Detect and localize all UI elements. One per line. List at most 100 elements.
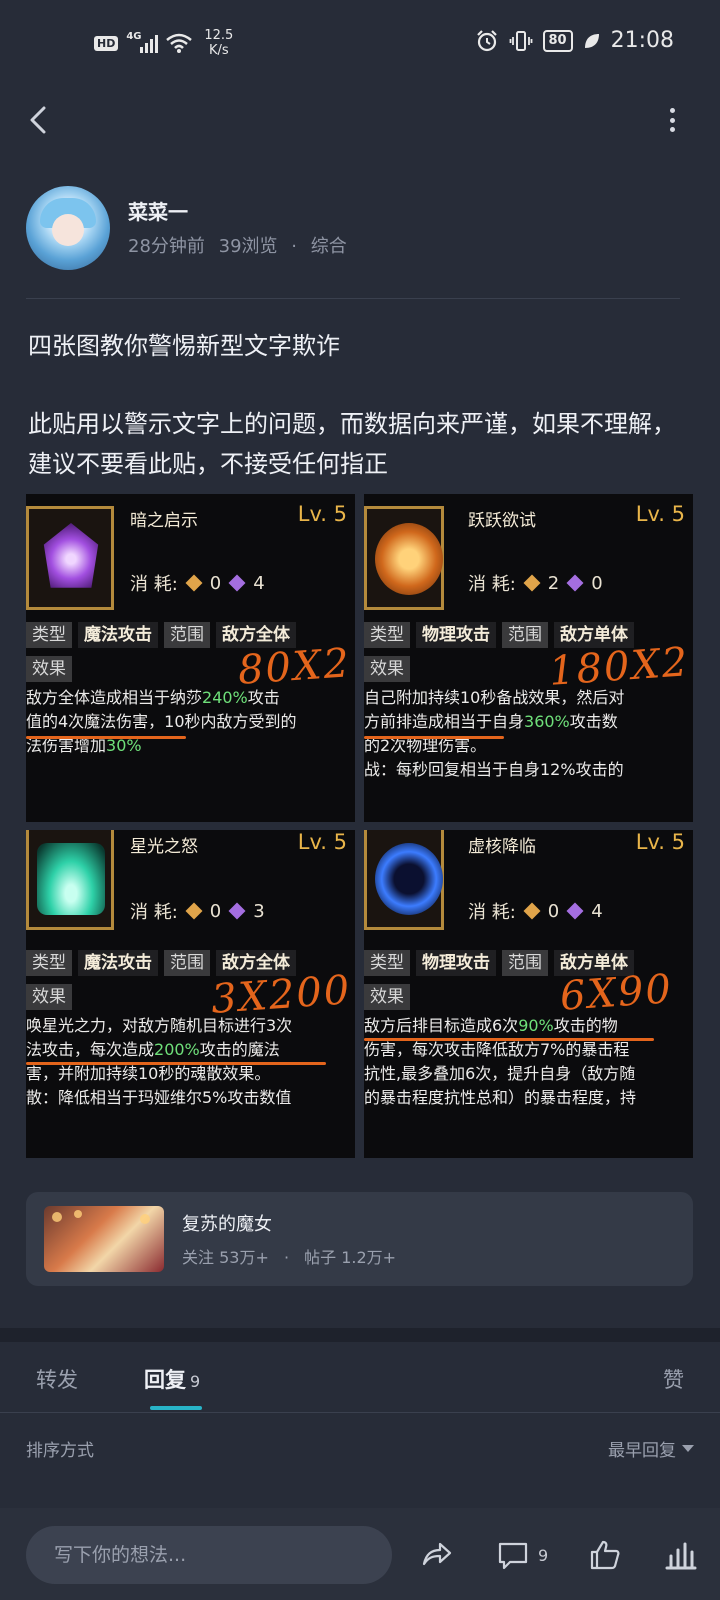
post-meta: 28分钟前 39浏览 · 综合 <box>128 232 355 258</box>
skill-cost: 消 耗: 0 3 <box>130 898 265 924</box>
cost-label: 消 耗: <box>130 902 178 923</box>
skill-cost: 消 耗: 0 4 <box>130 570 265 596</box>
purple-gem-icon <box>566 902 584 920</box>
post-image-1[interactable]: 暗之启示 Lv. 5 消 耗: 0 4 类型 魔法攻击 范围 敌方全体 效果 8… <box>26 494 355 822</box>
tab-forward[interactable]: 转发 <box>36 1364 78 1394</box>
skill-level: Lv. 5 <box>635 830 685 854</box>
chevron-left-icon <box>30 106 46 134</box>
annotation-underline <box>364 1038 654 1041</box>
gold-gem-icon <box>185 574 203 592</box>
leaf-icon <box>584 33 599 48</box>
effect-label: 效果 <box>364 656 410 682</box>
more-options-button[interactable] <box>664 104 680 136</box>
back-button[interactable] <box>22 100 58 140</box>
skill-cost: 消 耗: 0 4 <box>468 898 603 924</box>
thumbs-up-icon[interactable] <box>588 1538 622 1572</box>
caret-down-icon <box>682 1445 694 1452</box>
annotation-underline <box>26 1062 326 1065</box>
network-type: 4G <box>126 31 142 42</box>
gold-gem-icon <box>185 902 203 920</box>
community-card[interactable]: 复苏的魔女 关注 53万+ · 帖子 1.2万+ <box>26 1192 693 1286</box>
crystal-skill-icon <box>26 506 114 610</box>
gold-gem-icon <box>523 574 541 592</box>
post-time: 28分钟前 <box>128 236 205 257</box>
purple-cost: 0 <box>591 572 603 594</box>
sort-label: 排序方式 <box>26 1441 94 1461</box>
skill-name: 跃跃欲试 <box>468 511 536 531</box>
reply-count: 9 <box>190 1372 201 1391</box>
annotation-underline <box>364 736 504 739</box>
speed-unit: K/s <box>208 43 229 58</box>
post-image-4[interactable]: 虚核降临 Lv. 5 消 耗: 0 4 类型 物理攻击 范围 敌方单体 效果 6… <box>364 830 693 1158</box>
type-value: 魔法攻击 <box>78 622 158 648</box>
avatar[interactable] <box>26 186 110 270</box>
void-core-skill-icon <box>364 830 444 930</box>
skill-level: Lv. 5 <box>297 830 347 854</box>
gold-cost: 2 <box>547 572 560 594</box>
range-label: 范围 <box>164 950 210 976</box>
purple-gem-icon <box>228 902 246 920</box>
view-count: 39浏览 <box>218 236 278 257</box>
post-image-3[interactable]: 星光之怒 Lv. 5 消 耗: 0 3 类型 魔法攻击 范围 敌方全体 效果 3… <box>26 830 355 1158</box>
purple-gem-icon <box>228 574 246 592</box>
sort-row: 排序方式 最早回复 <box>26 1436 694 1466</box>
comment-icon[interactable] <box>496 1538 530 1572</box>
reply-input[interactable]: 写下你的想法... <box>26 1526 392 1584</box>
claw-skill-icon <box>364 506 444 610</box>
bar-chart-icon[interactable] <box>664 1538 698 1572</box>
effect-label: 效果 <box>26 984 72 1010</box>
author-name[interactable]: 菜菜一 <box>128 196 188 225</box>
tab-reply-label: 回复 <box>144 1368 186 1392</box>
tab-like[interactable]: 赞 <box>663 1364 684 1394</box>
cellular-signal-icon: 4G <box>126 31 159 53</box>
skill-level: Lv. 5 <box>297 502 347 526</box>
follower-count: 关注 53万+ <box>182 1248 269 1267</box>
sort-order-dropdown[interactable]: 最早回复 <box>608 1436 694 1461</box>
purple-cost: 4 <box>253 572 265 594</box>
post-category[interactable]: 综合 <box>311 236 347 257</box>
effect-label: 效果 <box>364 984 410 1010</box>
divider <box>26 298 680 299</box>
section-separator <box>0 1328 720 1342</box>
author-header: 菜菜一 28分钟前 39浏览 · 综合 <box>26 186 680 270</box>
community-name: 复苏的魔女 <box>182 1214 272 1235</box>
stats-separator: · <box>283 1248 290 1267</box>
skill-name: 虚核降临 <box>468 837 536 857</box>
interaction-tabs: 转发 回复 9 赞 <box>0 1342 720 1412</box>
status-time: 21:08 <box>610 28 674 53</box>
gold-cost: 0 <box>209 572 222 594</box>
annotation-underline <box>26 736 186 739</box>
status-bar: HD 4G 12.5 K/s 80 21:08 <box>0 0 720 88</box>
range-label: 范围 <box>164 622 210 648</box>
gold-cost: 0 <box>209 900 222 922</box>
vibrate-icon <box>509 30 532 51</box>
post-image-grid: 暗之启示 Lv. 5 消 耗: 0 4 类型 魔法攻击 范围 敌方全体 效果 8… <box>26 494 693 1158</box>
top-nav-bar <box>0 96 720 144</box>
share-icon[interactable] <box>420 1538 454 1572</box>
purple-gem-icon <box>566 574 584 592</box>
network-speed: 12.5 K/s <box>204 28 233 58</box>
post-body: 此贴用以警示文字上的问题，而数据向来严谨，如果不理解，建议不要看此贴，不接受任何… <box>28 410 676 478</box>
type-label: 类型 <box>26 622 72 648</box>
cost-label: 消 耗: <box>468 902 516 923</box>
cost-label: 消 耗: <box>468 574 516 595</box>
gold-gem-icon <box>523 902 541 920</box>
type-value: 物理攻击 <box>416 622 496 648</box>
type-label: 类型 <box>364 622 410 648</box>
skill-description: 敌方后排目标造成6次90%攻击的物 伤害，每次攻击降低敌方7%的暴击程 抗性,最… <box>364 1016 637 1107</box>
type-value: 魔法攻击 <box>78 950 158 976</box>
skill-name: 暗之启示 <box>130 511 198 531</box>
starlight-skill-icon <box>26 830 114 930</box>
handwritten-annotation: 6X90 <box>558 966 675 1020</box>
post-title: 四张图教你警惕新型文字欺诈 <box>28 332 340 360</box>
post-image-2[interactable]: 跃跃欲试 Lv. 5 消 耗: 2 0 类型 物理攻击 范围 敌方单体 效果 1… <box>364 494 693 822</box>
comment-count: 9 <box>538 1546 549 1565</box>
post-count: 帖子 1.2万+ <box>304 1248 397 1267</box>
gold-cost: 0 <box>547 900 560 922</box>
skill-description: 自己附加持续10秒备战效果，然后对 方前排造成相当于自身360%攻击数 的2次物… <box>364 688 625 779</box>
purple-cost: 3 <box>253 900 265 922</box>
sort-order-value: 最早回复 <box>608 1441 676 1461</box>
skill-level: Lv. 5 <box>635 502 685 526</box>
skill-cost: 消 耗: 2 0 <box>468 570 603 596</box>
tab-reply[interactable]: 回复 9 <box>144 1364 200 1394</box>
